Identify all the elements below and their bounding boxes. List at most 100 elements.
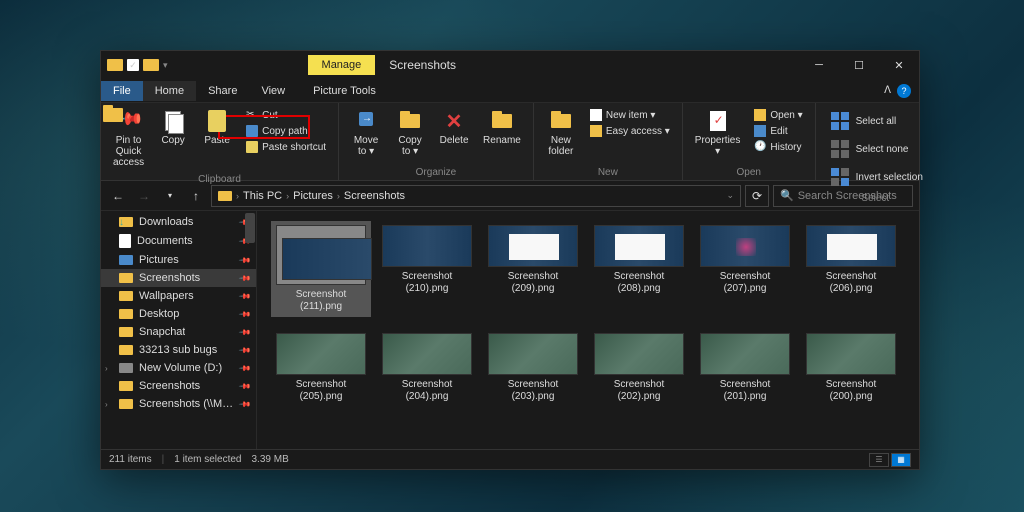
copy-button[interactable]: Copy bbox=[152, 105, 194, 150]
pin-icon: 📌 bbox=[238, 397, 251, 410]
close-button[interactable]: ✕ bbox=[879, 51, 919, 79]
sidebar-item[interactable]: Screenshots📌 bbox=[101, 377, 256, 395]
new-group: New folder New item ▾ Easy access ▾ New bbox=[534, 103, 683, 180]
picture-tools-tab[interactable]: Picture Tools bbox=[301, 81, 388, 101]
pin-icon: 📌 bbox=[238, 343, 251, 356]
new-folder-button[interactable]: New folder bbox=[540, 105, 582, 161]
qat-folder-icon[interactable] bbox=[143, 59, 159, 71]
edit-icon bbox=[754, 125, 766, 137]
minimize-button[interactable]: ─ bbox=[799, 51, 839, 79]
select-none-button[interactable]: Select none bbox=[822, 135, 929, 163]
expand-caret-icon[interactable]: › bbox=[105, 364, 108, 373]
folder-icon bbox=[119, 399, 133, 409]
sidebar-item[interactable]: Wallpapers📌 bbox=[101, 287, 256, 305]
file-label: Screenshot (208).png bbox=[593, 271, 685, 295]
copy-to-button[interactable]: Copy to ▾ bbox=[389, 105, 431, 161]
breadcrumb-screenshots[interactable]: Screenshots bbox=[344, 190, 405, 202]
file-item[interactable]: Screenshot (208).png bbox=[589, 221, 689, 317]
file-item[interactable]: Screenshot (210).png bbox=[377, 221, 477, 317]
edit-button[interactable]: Edit bbox=[748, 123, 808, 139]
file-item[interactable]: Screenshot (209).png bbox=[483, 221, 583, 317]
titlebar[interactable]: ✓ ▾ Manage Screenshots ─ ☐ ✕ bbox=[101, 51, 919, 79]
select-all-button[interactable]: Select all bbox=[822, 107, 929, 135]
paste-shortcut-icon bbox=[246, 141, 258, 153]
breadcrumb-pictures[interactable]: Pictures bbox=[293, 190, 333, 202]
properties-icon bbox=[706, 109, 730, 133]
properties-button[interactable]: Properties ▾ bbox=[689, 105, 747, 161]
drive-icon bbox=[119, 363, 133, 373]
file-label: Screenshot (203).png bbox=[487, 379, 579, 403]
recent-dropdown[interactable]: ▾ bbox=[159, 185, 181, 207]
back-button[interactable]: ← bbox=[107, 185, 129, 207]
folder-icon bbox=[119, 327, 133, 337]
cut-button[interactable]: ✂Cut bbox=[240, 107, 332, 123]
breadcrumb[interactable]: › This PC › Pictures › Screenshots ⌄ bbox=[211, 185, 741, 207]
sidebar-item[interactable]: Downloads📌 bbox=[101, 213, 256, 231]
selected-size: 3.39 MB bbox=[252, 454, 289, 465]
qat-check-icon[interactable]: ✓ bbox=[127, 59, 139, 71]
file-item[interactable]: Screenshot (206).png bbox=[801, 221, 901, 317]
details-view-toggle[interactable]: ☰ bbox=[869, 453, 889, 467]
file-label: Screenshot (211).png bbox=[275, 289, 367, 313]
refresh-button[interactable]: ⟳ bbox=[745, 185, 769, 207]
file-tab[interactable]: File bbox=[101, 81, 143, 101]
qat-dropdown-icon[interactable]: ▾ bbox=[163, 60, 168, 71]
sidebar-item[interactable]: 33213 sub bugs 📌 bbox=[101, 341, 256, 359]
file-item[interactable]: Screenshot (207).png bbox=[695, 221, 795, 317]
home-tab[interactable]: Home bbox=[143, 81, 196, 101]
up-button[interactable]: ↑ bbox=[185, 185, 207, 207]
sidebar-item-label: Documents bbox=[137, 235, 193, 247]
file-item[interactable]: Screenshot (202).png bbox=[589, 329, 689, 407]
share-tab[interactable]: Share bbox=[196, 81, 249, 101]
forward-button[interactable]: → bbox=[133, 185, 155, 207]
file-grid[interactable]: Screenshot (211).png Screenshot (210).png… bbox=[257, 211, 919, 449]
sidebar-item[interactable]: Snapchat📌 bbox=[101, 323, 256, 341]
easy-access-button[interactable]: Easy access ▾ bbox=[584, 123, 676, 139]
file-item[interactable]: Screenshot (204).png bbox=[377, 329, 477, 407]
new-item-button[interactable]: New item ▾ bbox=[584, 107, 676, 123]
rename-button[interactable]: Rename bbox=[477, 105, 527, 150]
maximize-button[interactable]: ☐ bbox=[839, 51, 879, 79]
paste-shortcut-button[interactable]: Paste shortcut bbox=[240, 139, 332, 155]
collapse-ribbon-icon[interactable]: ᐱ bbox=[884, 85, 891, 96]
delete-icon: ✕ bbox=[442, 109, 466, 133]
file-item[interactable]: Screenshot (205).png bbox=[271, 329, 371, 407]
history-button[interactable]: 🕐History bbox=[748, 139, 808, 155]
chevron-right-icon[interactable]: › bbox=[337, 191, 340, 201]
sidebar-item[interactable]: Screenshots📌 bbox=[101, 269, 256, 287]
chevron-right-icon[interactable]: › bbox=[236, 191, 239, 201]
pin-icon: 📌 bbox=[238, 379, 251, 392]
invert-selection-button[interactable]: Invert selection bbox=[822, 163, 929, 191]
expand-caret-icon[interactable]: › bbox=[105, 400, 108, 409]
navigation-pane[interactable]: Downloads📌Documents📌Pictures📌Screenshots… bbox=[101, 211, 257, 449]
item-count: 211 items bbox=[109, 454, 152, 465]
copy-path-icon bbox=[246, 125, 258, 137]
help-icon[interactable]: ? bbox=[897, 84, 911, 98]
open-label: Open bbox=[689, 165, 809, 180]
view-tab[interactable]: View bbox=[249, 81, 297, 101]
open-button[interactable]: Open ▾ bbox=[748, 107, 808, 123]
open-group: Properties ▾ Open ▾ Edit 🕐History Open bbox=[683, 103, 816, 180]
sidebar-item[interactable]: ›New Volume (D:)📌 bbox=[101, 359, 256, 377]
icons-view-toggle[interactable]: ▦ bbox=[891, 453, 911, 467]
content-area: Downloads📌Documents📌Pictures📌Screenshots… bbox=[101, 211, 919, 449]
move-to-button[interactable]: Move to ▾ bbox=[345, 105, 387, 161]
sidebar-item-label: 33213 sub bugs bbox=[139, 344, 217, 356]
breadcrumb-expand-icon[interactable]: ⌄ bbox=[726, 190, 734, 201]
manage-contextual-tab[interactable]: Manage bbox=[308, 55, 376, 75]
sidebar-item[interactable]: ›Screenshots (\\MACBOOK📌 bbox=[101, 395, 256, 413]
sidebar-item-label: Desktop bbox=[139, 308, 179, 320]
file-item[interactable]: Screenshot (201).png bbox=[695, 329, 795, 407]
paste-button[interactable]: Paste bbox=[196, 105, 238, 150]
select-label: Select bbox=[822, 191, 929, 206]
file-item[interactable]: Screenshot (211).png bbox=[271, 221, 371, 317]
breadcrumb-this-pc[interactable]: This PC bbox=[243, 190, 282, 202]
sidebar-item[interactable]: Desktop📌 bbox=[101, 305, 256, 323]
sidebar-item[interactable]: Pictures📌 bbox=[101, 251, 256, 269]
chevron-right-icon[interactable]: › bbox=[286, 191, 289, 201]
copy-path-button[interactable]: Copy path bbox=[240, 123, 332, 139]
file-item[interactable]: Screenshot (203).png bbox=[483, 329, 583, 407]
file-item[interactable]: Screenshot (200).png bbox=[801, 329, 901, 407]
delete-button[interactable]: ✕Delete bbox=[433, 105, 475, 150]
sidebar-item[interactable]: Documents📌 bbox=[101, 231, 256, 251]
